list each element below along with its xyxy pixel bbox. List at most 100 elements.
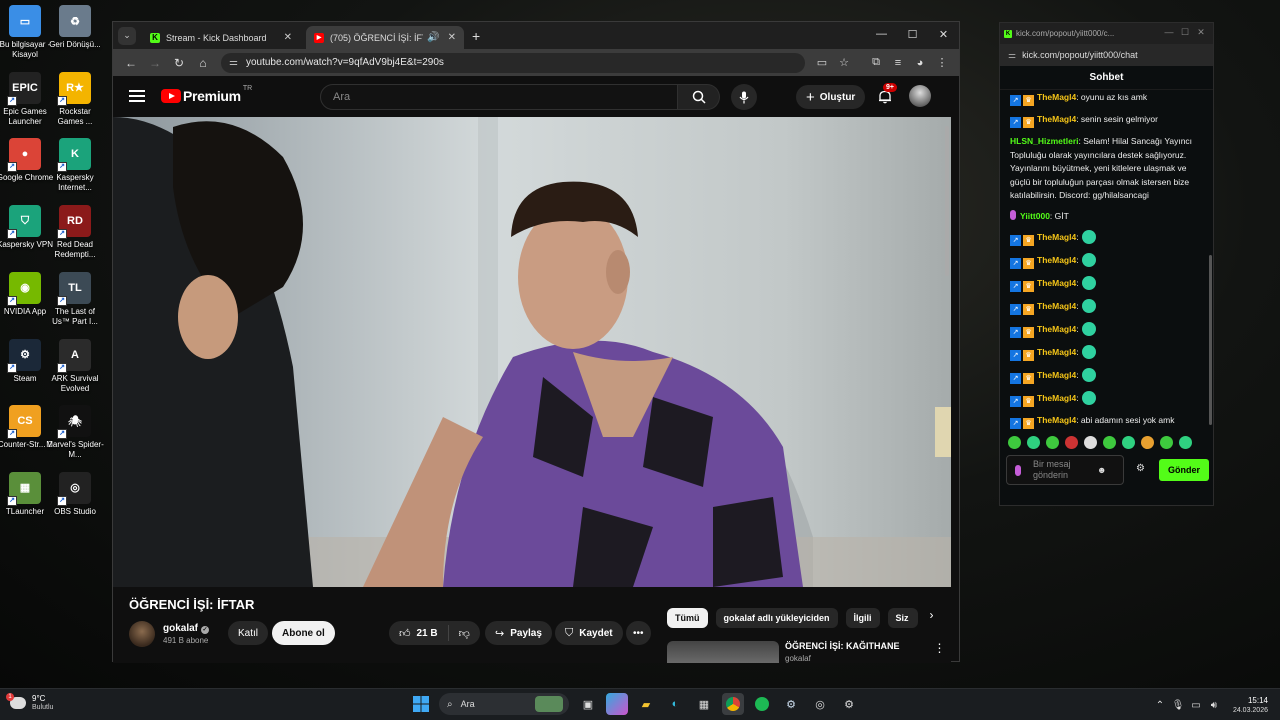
new-tab-button[interactable]: + — [472, 28, 480, 44]
copilot-icon[interactable] — [606, 693, 628, 715]
desktop-shortcut[interactable]: CS ↗ Counter-Str... 2 — [0, 405, 52, 450]
site-info-icon[interactable]: ⚌ — [1008, 50, 1016, 61]
menu-hamburger-icon[interactable] — [129, 87, 145, 105]
emote-icon[interactable] — [1179, 436, 1192, 449]
account-avatar[interactable] — [909, 85, 931, 107]
subscribe-button[interactable]: Abone ol — [272, 621, 335, 645]
maximize-icon[interactable]: ☐ — [1177, 27, 1193, 38]
desktop-shortcut[interactable]: ● ↗ Google Chrome — [0, 138, 53, 183]
desktop-shortcut[interactable]: ⚙ ↗ Steam — [0, 338, 50, 384]
chip-all[interactable]: Tümü — [667, 608, 708, 628]
chat-username[interactable]: TheMagl4 — [1037, 92, 1076, 102]
steam-icon[interactable]: ⚙ — [780, 693, 802, 715]
chip-for-you[interactable]: Siz — [887, 608, 918, 628]
emote-icon[interactable] — [1084, 436, 1097, 449]
desktop-shortcut[interactable]: 🕷 ↗ Marvel's Spider-M... — [46, 405, 104, 460]
desktop-shortcut[interactable]: R★ ↗ Rockstar Games ... — [50, 71, 100, 127]
emote-icon[interactable] — [1065, 436, 1078, 449]
youtube-premium-logo[interactable]: Premium TR — [161, 85, 252, 104]
recommended-video[interactable]: ÖĞRENCİ İŞİ: KAĞITHANE gokalaf ⋮ — [667, 641, 946, 663]
share-button[interactable]: ↪ Paylaş — [485, 621, 552, 645]
volume-icon[interactable]: 🔊︎ — [1205, 700, 1223, 711]
file-explorer-icon[interactable]: ▰ — [635, 693, 657, 715]
channel-avatar[interactable] — [129, 621, 155, 647]
join-button[interactable]: Katıl — [228, 621, 269, 645]
clock[interactable]: 15:14 24.03.2026 — [1233, 696, 1268, 714]
more-actions-button[interactable]: ••• — [626, 621, 651, 645]
taskbar-search[interactable]: ⌕ Ara — [439, 693, 569, 715]
search-button[interactable] — [678, 84, 720, 110]
desktop-shortcut[interactable]: ♻ Geri Dönüşü... — [49, 5, 101, 50]
voice-search-button[interactable] — [731, 84, 757, 110]
thumbs-down-icon[interactable]: 👎︎ — [459, 627, 470, 640]
maximize-icon[interactable]: ☐ — [897, 22, 928, 46]
video-thumbnail[interactable] — [667, 641, 779, 663]
profile-icon[interactable]: ◕ — [909, 52, 931, 74]
chrome-icon[interactable] — [722, 693, 744, 715]
obs-icon[interactable]: ◎ — [809, 693, 831, 715]
chip-from-uploader[interactable]: gokalaf adlı yükleyiciden — [715, 608, 838, 628]
emote-icon[interactable] — [1103, 436, 1116, 449]
chat-username[interactable]: TheMagl4 — [1037, 114, 1076, 124]
desktop-shortcut[interactable]: ⛉ ↗ Kaspersky VPN — [0, 205, 53, 250]
emote-icon[interactable] — [1122, 436, 1135, 449]
close-icon[interactable]: ✕ — [1193, 27, 1209, 38]
create-button[interactable]: + Oluştur — [796, 85, 866, 109]
home-icon[interactable]: ⌂ — [191, 51, 215, 75]
close-tab-icon[interactable]: ✕ — [448, 32, 456, 43]
media-control-icon[interactable]: ≡ — [887, 52, 909, 74]
chat-username[interactable]: TheMagl4 — [1037, 255, 1076, 265]
like-button[interactable]: 👍︎ 21 B 👎︎ — [389, 621, 480, 645]
chat-username[interactable]: TheMagl4 — [1037, 370, 1076, 380]
channel-info[interactable]: gokalaf ✓ 491 B abone — [129, 621, 210, 647]
chat-username[interactable]: HLSN_Hizmetleri — [1010, 136, 1079, 146]
send-button[interactable]: Gönder — [1159, 459, 1209, 481]
desktop-shortcut[interactable]: A ↗ ARK Survival Evolved — [50, 338, 100, 394]
close-icon[interactable]: ✕ — [928, 22, 959, 46]
close-tab-icon[interactable]: ✕ — [284, 32, 292, 43]
gear-icon[interactable]: ⚙ — [1136, 463, 1145, 474]
microphone-icon[interactable]: 🎙︎ — [1169, 700, 1187, 711]
settings-icon[interactable]: ⚙ — [838, 693, 860, 715]
forward-icon[interactable]: → — [143, 51, 167, 75]
chat-username[interactable]: TheMagl4 — [1037, 232, 1076, 242]
recommended-title[interactable]: ÖĞRENCİ İŞİ: KAĞITHANE — [785, 641, 900, 651]
search-input[interactable]: Ara — [320, 84, 678, 110]
spotify-icon[interactable] — [751, 693, 773, 715]
page-scrollbar[interactable] — [943, 116, 951, 663]
reload-icon[interactable]: ↻ — [167, 51, 191, 75]
chat-username[interactable]: TheMagl4 — [1037, 301, 1076, 311]
chat-username[interactable]: TheMagl4 — [1037, 324, 1076, 334]
chevron-right-icon[interactable]: › — [930, 608, 934, 628]
chat-username[interactable]: TheMagl4 — [1037, 393, 1076, 403]
tab-youtube[interactable]: ▶ (705) ÖĞRENCİ İŞİ: İFTAR - 🔊 ✕ — [306, 26, 464, 49]
minimize-icon[interactable]: — — [1161, 27, 1177, 38]
chat-address-bar[interactable]: ⚌ kick.com/popout/yiitt000/chat — [1000, 44, 1213, 66]
back-icon[interactable]: ← — [119, 51, 143, 75]
desktop-shortcut[interactable]: EPIC ↗ Epic Games Launcher — [0, 71, 50, 127]
chevron-up-icon[interactable]: ⌃ — [1151, 700, 1169, 711]
chat-message-input[interactable]: Bir mesaj gönderin ☻ — [1006, 455, 1124, 485]
desktop-shortcut[interactable]: RD ↗ Red Dead Redempti... — [50, 205, 100, 260]
task-view-icon[interactable]: ▣ — [577, 693, 599, 715]
desktop-shortcut[interactable]: ◉ ↗ NVIDIA App — [0, 271, 50, 317]
cast-icon[interactable]: ▭ — [811, 52, 833, 74]
bookmark-star-icon[interactable]: ☆ — [833, 52, 855, 74]
weather-widget[interactable]: 1 9°C Bulutlu — [6, 692, 53, 711]
desktop-shortcut[interactable]: TL ↗ The Last of Us™ Part I... — [50, 271, 100, 327]
chip-related[interactable]: İlgili — [845, 608, 880, 628]
minimize-icon[interactable]: — — [866, 22, 897, 46]
emote-icon[interactable] — [1027, 436, 1040, 449]
network-icon[interactable]: ▭ — [1187, 700, 1205, 711]
edge-icon[interactable]: ◐ — [664, 693, 686, 715]
speaker-icon[interactable]: 🔊 — [427, 32, 439, 43]
emote-icon[interactable] — [1046, 436, 1059, 449]
video-player[interactable] — [113, 117, 951, 587]
notifications-button[interactable]: 9+ — [875, 83, 897, 106]
tab-search-button[interactable]: ⌄ — [118, 26, 136, 45]
channel-name[interactable]: gokalaf — [163, 623, 198, 634]
windows-start-icon[interactable] — [410, 693, 432, 715]
emote-icon[interactable] — [1141, 436, 1154, 449]
emoji-icon[interactable]: ☻ — [1097, 465, 1106, 475]
chat-username[interactable]: TheMagl4 — [1037, 415, 1076, 425]
